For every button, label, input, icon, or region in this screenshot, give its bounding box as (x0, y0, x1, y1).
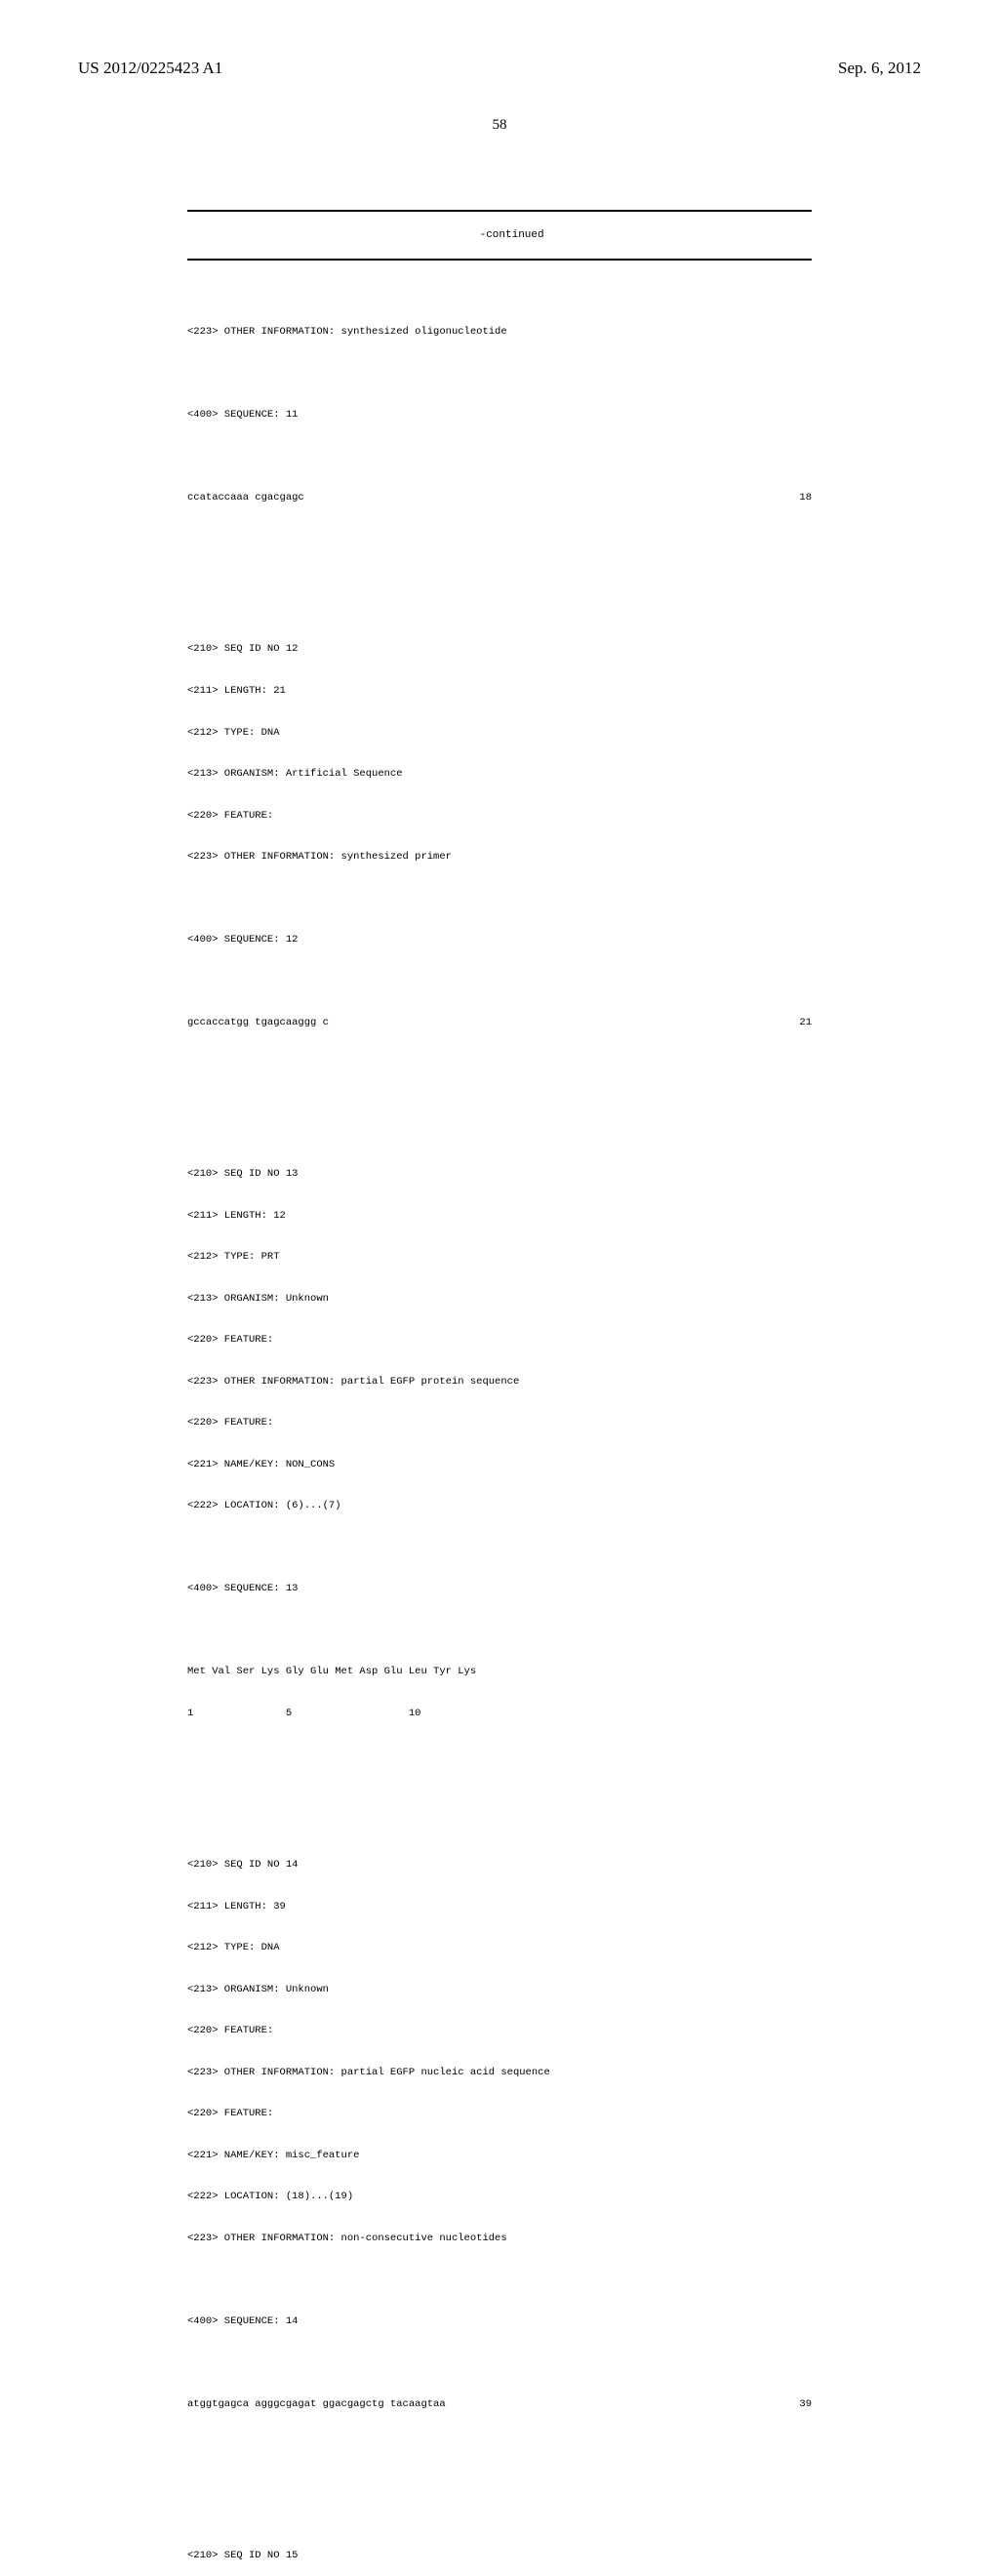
seq14-tag222: <222> LOCATION: (18)...(19) (187, 2190, 812, 2203)
seq13-tag211: <211> LENGTH: 12 (187, 1209, 812, 1223)
seq11-tag400: <400> SEQUENCE: 11 (187, 408, 812, 422)
seq12-tag213: <213> ORGANISM: Artificial Sequence (187, 767, 812, 781)
seq14-tag220b: <220> FEATURE: (187, 2107, 812, 2120)
seq13-tag210: <210> SEQ ID NO 13 (187, 1167, 812, 1181)
seq14-sequence: atggtgagca agggcgagat ggacgagctg tacaagt… (187, 2397, 446, 2411)
seq13-tag220a: <220> FEATURE: (187, 1333, 812, 1347)
publication-date: Sep. 6, 2012 (838, 59, 921, 78)
seq14-tag400: <400> SEQUENCE: 14 (187, 2314, 812, 2328)
seq14-position: 39 (753, 2397, 812, 2411)
seq11-sequence-row: ccataccaaa cgacgagc 18 (187, 491, 812, 504)
seq13-num-line: 1 5 10 (187, 1707, 812, 1720)
seq12-tag223: <223> OTHER INFORMATION: synthesized pri… (187, 850, 812, 864)
seq14-tag210: <210> SEQ ID NO 14 (187, 1858, 812, 1872)
seq14-tag211: <211> LENGTH: 39 (187, 1900, 812, 1913)
seq14-tag220a: <220> FEATURE: (187, 2024, 812, 2037)
seq12-tag212: <212> TYPE: DNA (187, 726, 812, 740)
seq12-tag210: <210> SEQ ID NO 12 (187, 642, 812, 656)
seq11-tag223: <223> OTHER INFORMATION: synthesized oli… (187, 325, 812, 339)
seq12-tag400: <400> SEQUENCE: 12 (187, 933, 812, 946)
seq13-tag220b: <220> FEATURE: (187, 1416, 812, 1429)
seq14-sequence-row: atggtgagca agggcgagat ggacgagctg tacaagt… (187, 2397, 812, 2411)
seq13-tag221: <221> NAME/KEY: NON_CONS (187, 1458, 812, 1471)
seq14-tag221: <221> NAME/KEY: misc_feature (187, 2149, 812, 2162)
seq13-tag223: <223> OTHER INFORMATION: partial EGFP pr… (187, 1375, 812, 1389)
sequence-listing: -continued <223> OTHER INFORMATION: synt… (187, 182, 812, 2576)
seq12-tag211: <211> LENGTH: 21 (187, 684, 812, 698)
publication-number: US 2012/0225423 A1 (78, 59, 222, 78)
continued-label: -continued (480, 229, 544, 241)
seq13-tag213: <213> ORGANISM: Unknown (187, 1292, 812, 1306)
seq11-sequence: ccataccaaa cgacgagc (187, 491, 304, 504)
seq15-tag210: <210> SEQ ID NO 15 (187, 2549, 812, 2562)
page-header: US 2012/0225423 A1 Sep. 6, 2012 (78, 59, 921, 78)
seq14-tag213: <213> ORGANISM: Unknown (187, 1983, 812, 1996)
seq13-tag212: <212> TYPE: PRT (187, 1250, 812, 1264)
seq13-tag400: <400> SEQUENCE: 13 (187, 1582, 812, 1595)
seq13-protein-line: Met Val Ser Lys Gly Glu Met Asp Glu Leu … (187, 1665, 812, 1678)
continued-divider: -continued (187, 210, 812, 260)
seq12-tag220: <220> FEATURE: (187, 809, 812, 823)
seq11-position: 18 (753, 491, 812, 504)
seq13-tag222: <222> LOCATION: (6)...(7) (187, 1499, 812, 1512)
seq12-sequence-row: gccaccatgg tgagcaaggg c 21 (187, 1016, 812, 1029)
seq14-tag223a: <223> OTHER INFORMATION: partial EGFP nu… (187, 2066, 812, 2079)
page-number: 58 (78, 117, 921, 134)
seq12-sequence: gccaccatgg tgagcaaggg c (187, 1016, 329, 1029)
seq12-position: 21 (753, 1016, 812, 1029)
seq14-tag212: <212> TYPE: DNA (187, 1941, 812, 1954)
seq14-tag223b: <223> OTHER INFORMATION: non-consecutive… (187, 2232, 812, 2245)
